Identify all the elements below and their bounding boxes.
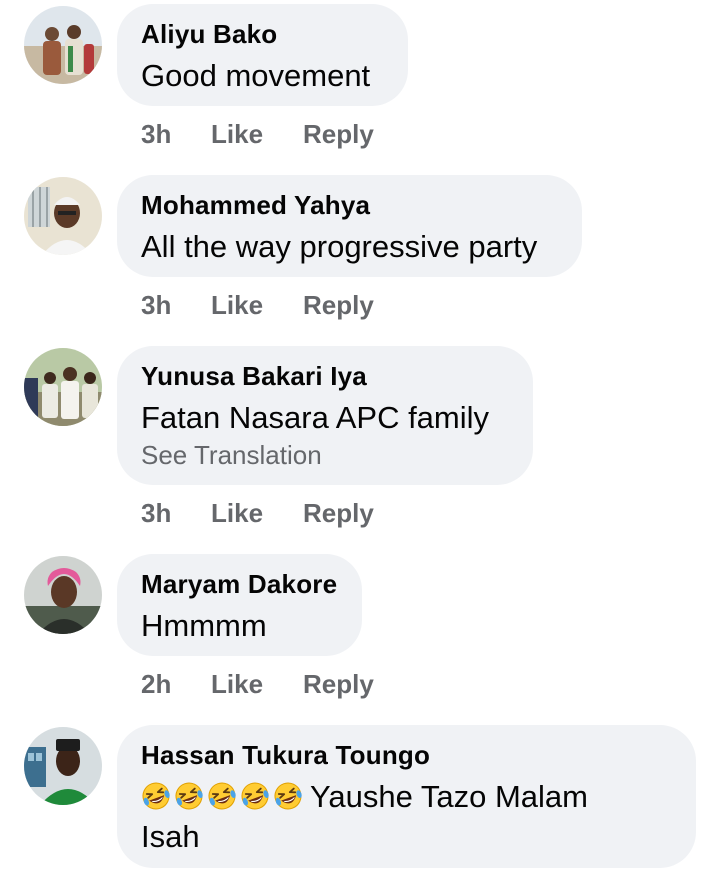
comment-bubble[interactable]: Yunusa Bakari Iya Fatan Nasara APC famil… <box>117 346 533 485</box>
like-button[interactable]: Like <box>211 119 263 150</box>
comment-text: Fatan Nasara APC family <box>141 400 490 435</box>
rolling-on-floor-laughing-emoji <box>240 781 270 811</box>
avatar-photo <box>24 177 102 255</box>
comment-bubble[interactable]: Hassan Tukura Toungo Yaushe Tazo Malam I… <box>117 725 696 868</box>
avatar[interactable] <box>24 177 102 255</box>
comment-author[interactable]: Yunusa Bakari Iya <box>141 361 367 392</box>
avatar-photo <box>24 348 102 426</box>
reply-button[interactable]: Reply <box>303 498 374 529</box>
like-button[interactable]: Like <box>211 669 263 700</box>
avatar-photo <box>24 6 102 84</box>
comment-bubble[interactable]: Aliyu Bako Good movement <box>117 4 408 106</box>
comment-author[interactable]: Aliyu Bako <box>141 19 277 50</box>
see-translation-link[interactable]: See Translation <box>141 440 322 471</box>
rolling-on-floor-laughing-emoji <box>273 781 303 811</box>
reply-button[interactable]: Reply <box>303 669 374 700</box>
avatar[interactable] <box>24 556 102 634</box>
comment-text: Hmmmm <box>141 608 267 643</box>
comment-author[interactable]: Maryam Dakore <box>141 569 337 600</box>
avatar[interactable] <box>24 348 102 426</box>
comment-timestamp[interactable]: 3h <box>141 290 171 321</box>
comment-bubble[interactable]: Maryam Dakore Hmmmm <box>117 554 362 656</box>
like-button[interactable]: Like <box>211 498 263 529</box>
emoji-group <box>141 779 306 814</box>
reply-button[interactable]: Reply <box>303 119 374 150</box>
reply-button[interactable]: Reply <box>303 290 374 321</box>
comment-author[interactable]: Hassan Tukura Toungo <box>141 740 430 771</box>
rolling-on-floor-laughing-emoji <box>141 781 171 811</box>
like-button[interactable]: Like <box>211 290 263 321</box>
rolling-on-floor-laughing-emoji <box>174 781 204 811</box>
comment-timestamp[interactable]: 2h <box>141 669 171 700</box>
comment-text-line1: Yaushe Tazo Malam <box>310 779 589 814</box>
avatar[interactable] <box>24 6 102 84</box>
comment-bubble[interactable]: Mohammed Yahya All the way progressive p… <box>117 175 582 277</box>
avatar-photo <box>24 556 102 634</box>
comment-text: Yaushe Tazo Malam Isah <box>141 777 588 857</box>
comment-text: Good movement <box>141 58 371 93</box>
rolling-on-floor-laughing-emoji <box>207 781 237 811</box>
comment-timestamp[interactable]: 3h <box>141 498 171 529</box>
comment-text: All the way progressive party <box>141 229 538 264</box>
comment-author[interactable]: Mohammed Yahya <box>141 190 370 221</box>
avatar[interactable] <box>24 727 102 805</box>
comment-timestamp[interactable]: 3h <box>141 119 171 150</box>
comment-text-line2: Isah <box>141 819 200 854</box>
avatar-photo <box>24 727 102 805</box>
